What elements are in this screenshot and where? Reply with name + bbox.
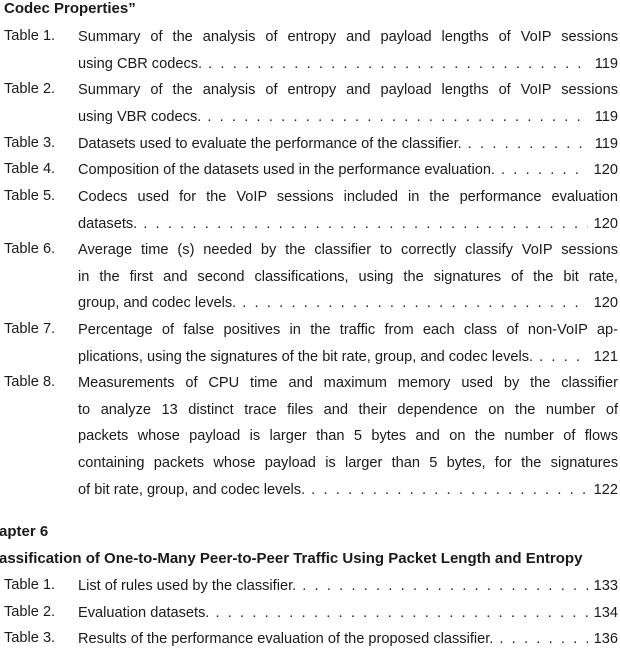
entry-text: containing packets whose payload is larg… [78,455,618,471]
entry-text: Summary of the analysis of entropy and p… [78,29,618,45]
entry-label: Table 6. [4,241,56,257]
page-number[interactable]: 122 [588,481,618,499]
entry-label: Table 5. [4,188,56,204]
entry-label: Table 3. [4,135,56,151]
entry-text: Datasets used to evaluate the performanc… [78,136,462,152]
entry-last-line: List of rules used by the classifier. 13… [78,577,618,595]
entry-label: Table 8. [4,374,56,390]
entry-last-line: datasets. 120 [78,215,618,233]
entry-last-line: group, and codec levels. 120 [78,294,618,312]
entry-text: List of rules used by the classifier. [78,578,297,594]
entry-text: datasets. [78,216,138,232]
entry-text: group, and codec levels. [78,295,237,311]
chapter-title: assification of One-to-Many Peer-to-Peer… [0,550,583,567]
dot-leader [495,161,588,179]
entry-last-line: of bit rate, group, and codec levels. 12… [78,481,618,499]
entry-last-line: Evaluation datasets. 134 [78,604,618,622]
entry-text: Results of the performance evaluation of… [78,631,494,647]
dot-leader [533,348,588,366]
dot-leader [201,108,588,126]
page-number[interactable]: 120 [588,215,618,233]
entry-last-line: using VBR codecs. 119 [78,108,618,126]
page-number[interactable]: 136 [588,630,618,648]
entry-text: Composition of the datasets used in the … [78,162,495,178]
entry-last-line: Datasets used to evaluate the performanc… [78,135,618,153]
entry-text: packets whose payload is larger than 5 b… [78,428,618,444]
entry-text: using CBR codecs. [78,56,203,72]
entry-text: Average time (s) needed by the classifie… [78,242,618,258]
page-number[interactable]: 119 [589,55,618,73]
dot-leader [305,481,587,499]
entry-text: of bit rate, group, and codec levels. [78,482,306,498]
entry-label: Table 4. [4,161,56,177]
entry-text: Measurements of CPU time and maximum mem… [78,375,618,391]
entry-label: Table 1. [4,28,56,44]
entry-text: Summary of the analysis of entropy and p… [78,82,618,98]
dot-leader [137,215,587,233]
dot-leader [296,577,587,595]
page-number[interactable]: 120 [588,294,618,312]
dot-leader [493,630,587,648]
entry-label: Table 7. [4,321,56,337]
entry-label: Table 1. [4,577,56,593]
page-number[interactable]: 134 [588,604,618,622]
entry-text: Percentage of false positives in the tra… [78,322,618,338]
page-number[interactable]: 133 [588,577,618,595]
page-number[interactable]: 120 [588,161,618,179]
page-number[interactable]: 121 [588,348,618,366]
entry-text: to analyze 13 distinct trace files and t… [78,402,618,418]
entry-last-line: Composition of the datasets used in the … [78,161,618,179]
entry-label: Table 2. [4,604,56,620]
dot-leader [236,294,587,312]
entry-text: using VBR codecs. [78,109,202,125]
entry-label: Table 2. [4,81,56,97]
entry-text: in the first and second classifications,… [78,269,618,285]
page-number[interactable]: 119 [589,135,618,153]
entry-last-line: using CBR codecs. 119 [78,55,618,73]
dot-leader [462,135,589,153]
entry-label: Table 3. [4,630,56,646]
section-heading: Codec Properties” [4,0,136,17]
page-number[interactable]: 119 [589,108,618,126]
entry-text: plications, using the signatures of the … [78,349,534,365]
entry-last-line: plications, using the signatures of the … [78,348,618,366]
entry-last-line: Results of the performance evaluation of… [78,630,618,648]
entry-text: Codecs used for the VoIP sessions includ… [78,189,618,205]
entry-text: Evaluation datasets. [78,605,210,621]
chapter-label: apter 6 [0,523,49,540]
dot-leader [202,55,589,73]
dot-leader [209,604,587,622]
